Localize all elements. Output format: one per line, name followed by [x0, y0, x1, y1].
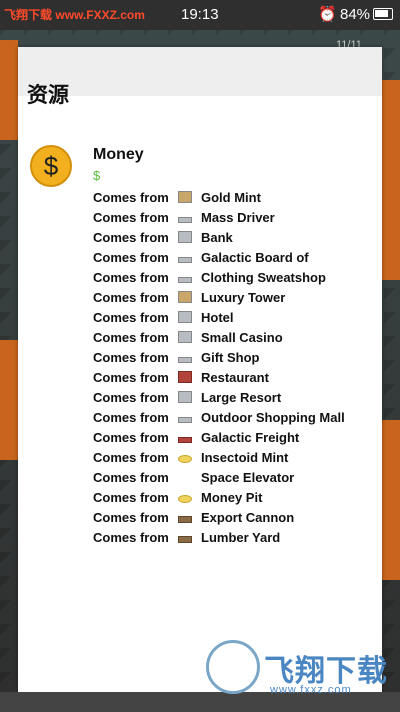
- small-casino-icon: [175, 330, 195, 344]
- source-prefix: Comes from: [93, 269, 169, 285]
- source-item: Comes from Restaurant: [93, 367, 358, 387]
- galactic-board-icon: [175, 250, 195, 264]
- source-item: Comes from Clothing Sweatshop: [93, 267, 358, 287]
- watermark-text: 飞翔下载 www.FXXZ.com: [4, 8, 145, 22]
- source-prefix: Comes from: [93, 189, 169, 205]
- source-label: Export Cannon: [201, 509, 295, 525]
- clock: 19:13: [181, 6, 219, 23]
- source-label: Galactic Freight: [201, 429, 300, 445]
- source-prefix: Comes from: [93, 409, 169, 425]
- source-label: Clothing Sweatshop: [201, 269, 326, 285]
- insectoid-mint-icon: [175, 450, 195, 464]
- source-item: Comes from Mass Driver: [93, 207, 358, 227]
- alarm-icon: ⏰: [318, 6, 337, 23]
- source-label: Restaurant: [201, 369, 269, 385]
- game-building-left-lower: [0, 340, 18, 460]
- source-label: Lumber Yard: [201, 529, 281, 545]
- dialog-header: [18, 47, 382, 96]
- source-item: Comes from Galactic Freight: [93, 427, 358, 447]
- sources-list: Comes from Gold Mint Comes from Mass Dri…: [93, 187, 358, 547]
- source-label: Luxury Tower: [201, 289, 286, 305]
- battery-percent: 84%: [340, 6, 371, 23]
- source-label: Small Casino: [201, 329, 283, 345]
- source-prefix: Comes from: [93, 289, 169, 305]
- source-item: Comes from Export Cannon: [93, 507, 358, 527]
- luxury-tower-icon: [175, 290, 195, 304]
- outdoor-shopping-mall-icon: [175, 410, 195, 424]
- source-item: Comes from Lumber Yard: [93, 527, 358, 547]
- source-item: Comes from Luxury Tower: [93, 287, 358, 307]
- lumber-yard-icon: [175, 530, 195, 544]
- source-item: Comes from Space Elevator: [93, 467, 358, 487]
- money-pit-icon: [175, 490, 195, 504]
- source-prefix: Comes from: [93, 369, 169, 385]
- source-label: Hotel: [201, 309, 234, 325]
- source-label: Insectoid Mint: [201, 449, 289, 465]
- source-label: Gift Shop: [201, 349, 260, 365]
- source-prefix: Comes from: [93, 389, 169, 405]
- bank-icon: [175, 230, 195, 244]
- source-prefix: Comes from: [93, 469, 169, 485]
- watermark-logo: 飞翔下载 www.fxxz.com: [206, 640, 392, 702]
- source-label: Bank: [201, 229, 233, 245]
- clothing-sweatshop-icon: [175, 270, 195, 284]
- export-cannon-icon: [175, 510, 195, 524]
- resource-name: Money: [93, 146, 144, 163]
- source-prefix: Comes from: [93, 429, 169, 445]
- source-prefix: Comes from: [93, 249, 169, 265]
- source-label: Money Pit: [201, 489, 263, 505]
- source-label: Large Resort: [201, 389, 282, 405]
- gold-mint-icon: [175, 190, 195, 204]
- source-item: Comes from Insectoid Mint: [93, 447, 358, 467]
- source-prefix: Comes from: [93, 509, 169, 525]
- game-building-right-lower: [382, 420, 400, 580]
- battery-icon: [373, 8, 393, 20]
- source-prefix: Comes from: [93, 329, 169, 345]
- source-item: Comes from Outdoor Shopping Mall: [93, 407, 358, 427]
- source-label: Mass Driver: [201, 209, 275, 225]
- status-bar: 飞翔下载 www.FXXZ.com 19:13 ⏰ 84%: [0, 0, 400, 30]
- space-elevator-icon: [175, 470, 195, 484]
- source-prefix: Comes from: [93, 349, 169, 365]
- game-building-right: [382, 80, 400, 280]
- gift-shop-icon: [175, 350, 195, 364]
- source-label: Outdoor Shopping Mall: [201, 409, 345, 425]
- dialog-title: 资源: [27, 84, 69, 107]
- source-prefix: Comes from: [93, 209, 169, 225]
- source-prefix: Comes from: [93, 309, 169, 325]
- source-item: Comes from Small Casino: [93, 327, 358, 347]
- source-prefix: Comes from: [93, 449, 169, 465]
- logo-site: www.fxxz.com: [270, 684, 352, 696]
- game-building-left: [0, 40, 18, 140]
- source-label: Gold Mint: [201, 189, 261, 205]
- galactic-freight-icon: [175, 430, 195, 444]
- logo-circle-icon: [206, 640, 260, 694]
- source-item: Comes from Large Resort: [93, 387, 358, 407]
- large-resort-icon: [175, 390, 195, 404]
- source-item: Comes from Gift Shop: [93, 347, 358, 367]
- money-coin-icon: $: [30, 145, 72, 187]
- source-label: Galactic Board of: [201, 249, 309, 265]
- mass-driver-icon: [175, 210, 195, 224]
- source-item: Comes from Gold Mint: [93, 187, 358, 207]
- source-item: Comes from Money Pit: [93, 487, 358, 507]
- source-label: Space Elevator: [201, 469, 295, 485]
- source-item: Comes from Galactic Board of: [93, 247, 358, 267]
- source-item: Comes from Bank: [93, 227, 358, 247]
- source-prefix: Comes from: [93, 229, 169, 245]
- source-prefix: Comes from: [93, 489, 169, 505]
- restaurant-icon: [175, 370, 195, 384]
- hotel-icon: [175, 310, 195, 324]
- source-item: Comes from Hotel: [93, 307, 358, 327]
- resource-symbol: $: [93, 168, 101, 183]
- source-prefix: Comes from: [93, 529, 169, 545]
